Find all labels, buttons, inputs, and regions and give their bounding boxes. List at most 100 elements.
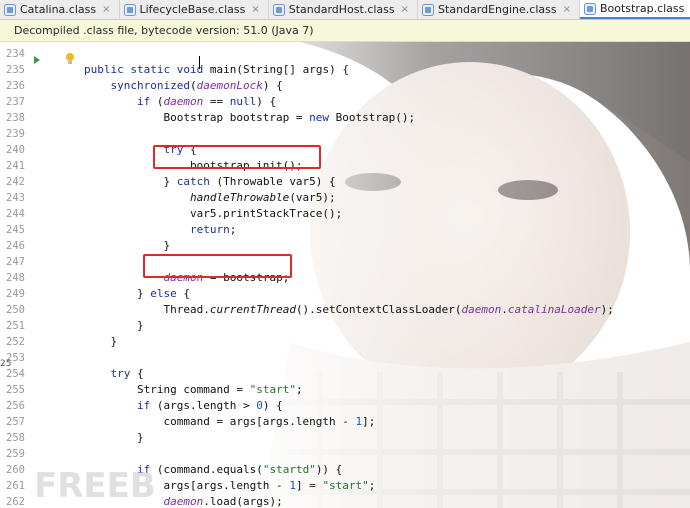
- code-text: return;: [189, 223, 237, 236]
- tab-label: StandardHost.class: [288, 3, 395, 16]
- line-number: 255: [6, 384, 25, 396]
- line-number: 256: [6, 400, 25, 412]
- line-number: 238: [6, 112, 25, 124]
- close-tab-icon[interactable]: ×: [102, 4, 110, 15]
- class-file-icon: [583, 2, 596, 15]
- line-number: 235: [6, 64, 25, 76]
- code-line[interactable]: 256 if (args.length > 0) {: [0, 398, 690, 414]
- code-line[interactable]: 248 daemon = bootstrap;: [0, 270, 690, 286]
- lightbulb-icon[interactable]: [64, 52, 76, 66]
- code-line[interactable]: 257 command = args[args.length - 1];: [0, 414, 690, 430]
- class-file-icon: [123, 3, 136, 16]
- code-line[interactable]: 250 Thread.currentThread().setContextCla…: [0, 302, 690, 318]
- line-number: 262: [6, 496, 25, 508]
- highlight-box-daemon: [143, 254, 292, 278]
- side-marker: 25: [0, 359, 12, 369]
- line-number: 249: [6, 288, 25, 300]
- code-line[interactable]: 252 }: [0, 334, 690, 350]
- line-number: 247: [6, 256, 25, 268]
- decompiled-notice: Decompiled .class file, bytecode version…: [0, 20, 690, 42]
- line-number: 259: [6, 448, 25, 460]
- highlight-box-init: [153, 145, 321, 169]
- code-text: String command = "start";: [84, 383, 303, 396]
- tab-label: LifecycleBase.class: [139, 3, 246, 16]
- code-line[interactable]: 238 Bootstrap bootstrap = new Bootstrap(…: [0, 110, 690, 126]
- line-number: 243: [6, 192, 25, 204]
- code-line[interactable]: 249 } else {: [0, 286, 690, 302]
- line-number: 252: [6, 336, 25, 348]
- code-text: handleThrowable(var5);: [189, 191, 336, 204]
- line-number: 242: [6, 176, 25, 188]
- watermark-logo: FREEB: [34, 466, 156, 505]
- close-tab-icon[interactable]: ×: [401, 4, 409, 15]
- tab-bootstrap-class[interactable]: Bootstrap.class×: [579, 0, 690, 19]
- svg-text:FREEB: FREEB: [34, 466, 156, 505]
- text-caret: [199, 56, 200, 69]
- code-line[interactable]: 236 synchronized(daemonLock) {: [0, 78, 690, 94]
- line-number: 248: [6, 272, 25, 284]
- code-line[interactable]: 246 }: [0, 238, 690, 254]
- code-text: if (args.length > 0) {: [136, 399, 283, 412]
- code-text: } catch (Throwable var5) {: [84, 175, 336, 188]
- code-line[interactable]: 253: [0, 350, 690, 366]
- code-line[interactable]: 235 public static void main(String[] args…: [0, 62, 690, 78]
- code-line[interactable]: 245 return;: [0, 222, 690, 238]
- line-number: 236: [6, 80, 25, 92]
- code-line[interactable]: 247: [0, 254, 690, 270]
- code-text: }: [84, 431, 144, 444]
- code-text: }: [84, 239, 171, 252]
- code-text: command = args[args.length - 1];: [84, 415, 376, 428]
- line-number: 244: [6, 208, 25, 220]
- tab-catalina-class[interactable]: Catalina.class ×: [0, 0, 120, 19]
- line-number: 246: [6, 240, 25, 252]
- class-file-icon: [4, 3, 16, 16]
- tab-lifecyclebase-class[interactable]: LifecycleBase.class ×: [120, 0, 269, 19]
- code-line[interactable]: 255 String command = "start";: [0, 382, 690, 398]
- class-file-icon: [272, 3, 285, 16]
- tab-label: Bootstrap.class: [599, 2, 685, 15]
- code-text: Thread.currentThread().setContextClassLo…: [84, 303, 614, 316]
- code-line[interactable]: 243 handleThrowable(var5);: [0, 190, 690, 206]
- editor-tab-bar: Catalina.class × LifecycleBase.class × Stand…: [0, 0, 690, 20]
- code-text: } else {: [84, 287, 190, 300]
- line-number: 239: [6, 128, 25, 140]
- tab-label: Catalina.class: [20, 3, 97, 16]
- line-number: 250: [6, 304, 25, 316]
- code-line[interactable]: 237 if (daemon == null) {: [0, 94, 690, 110]
- code-text: var5.printStackTrace();: [84, 207, 343, 220]
- line-number: 258: [6, 432, 25, 444]
- code-line[interactable]: 244 var5.printStackTrace();: [0, 206, 690, 222]
- code-line[interactable]: 242 } catch (Throwable var5) {: [0, 174, 690, 190]
- code-line[interactable]: 234: [0, 46, 690, 62]
- close-tab-icon[interactable]: ×: [251, 4, 259, 15]
- code-line[interactable]: 241 bootstrap.init();: [0, 158, 690, 174]
- tab-standardengine-class[interactable]: StandardEngine.class ×: [418, 0, 580, 19]
- code-line[interactable]: 254 try {: [0, 366, 690, 382]
- line-number: 260: [6, 464, 25, 476]
- code-text: Bootstrap bootstrap = new Bootstrap();: [84, 111, 416, 124]
- line-number: 251: [6, 320, 25, 332]
- line-number: 257: [6, 416, 25, 428]
- tab-standardhost-class[interactable]: StandardHost.class ×: [269, 0, 419, 19]
- class-file-icon: [422, 3, 435, 16]
- code-text: }: [84, 335, 118, 348]
- code-text: synchronized(daemonLock) {: [110, 79, 283, 92]
- line-number: 240: [6, 144, 25, 156]
- code-text: if (daemon == null) {: [136, 95, 277, 108]
- line-number: 245: [6, 224, 25, 236]
- line-number: 261: [6, 480, 25, 492]
- run-arrow-icon[interactable]: [32, 55, 42, 65]
- code-line[interactable]: 251 }: [0, 318, 690, 334]
- code-line[interactable]: 239: [0, 126, 690, 142]
- line-number: 237: [6, 96, 25, 108]
- code-text: try {: [110, 367, 144, 380]
- code-line[interactable]: 258 }: [0, 430, 690, 446]
- close-tab-icon[interactable]: ×: [563, 4, 571, 15]
- code-editor[interactable]: 234 235 public static void main(String[] a…: [0, 42, 690, 508]
- code-text: public static void main(String[] args) {: [84, 63, 349, 76]
- code-text: }: [84, 319, 144, 332]
- decompiled-notice-text: Decompiled .class file, bytecode version…: [14, 24, 314, 37]
- line-number: 241: [6, 160, 25, 172]
- tab-label: StandardEngine.class: [438, 3, 557, 16]
- code-line[interactable]: 240 try {: [0, 142, 690, 158]
